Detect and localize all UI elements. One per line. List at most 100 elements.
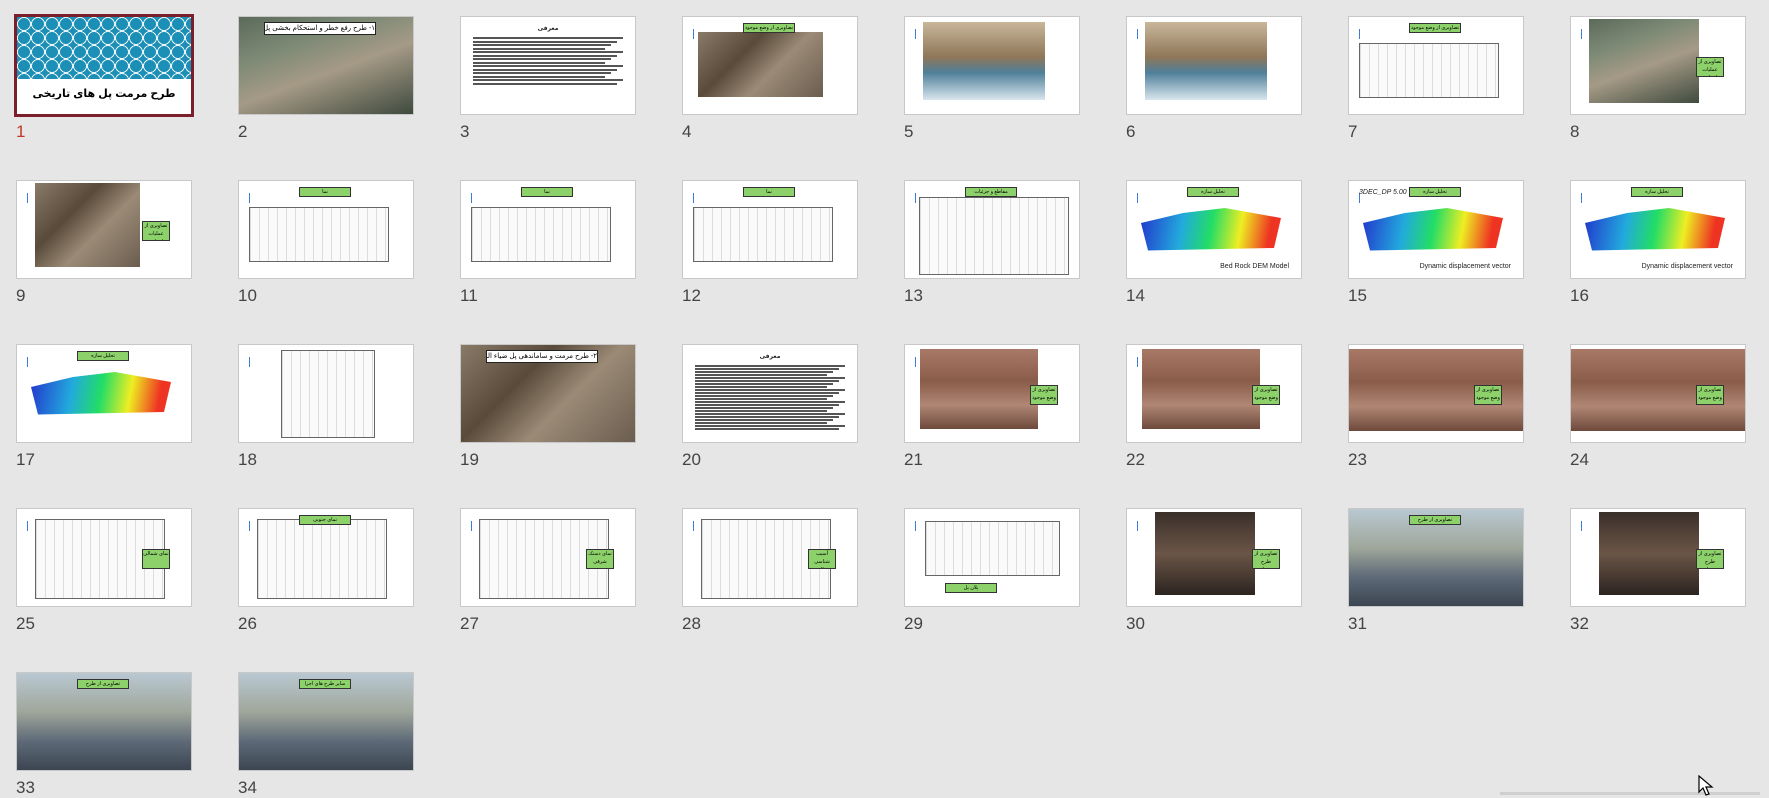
slide-marker-icon: [27, 193, 28, 203]
slide-number: 7: [1348, 122, 1358, 141]
slide-thumbnail-10[interactable]: نما: [238, 180, 414, 279]
slide-thumbnail-23[interactable]: تصاویری از وضع موجود: [1348, 344, 1524, 443]
slide-number: 17: [16, 450, 35, 469]
slide-title: طرح مرمت پل های تاریخی: [17, 80, 191, 108]
text-line: [473, 65, 623, 67]
slide-number: 29: [904, 614, 923, 633]
slide-number: 3: [460, 122, 470, 141]
slide-thumbnail-1[interactable]: طرح مرمت پل های تاریخی: [14, 14, 194, 117]
slide-thumbnail-2[interactable]: ۱- طرح رفع خطر و استحکام بخشی پل دراکول: [238, 16, 414, 115]
slide-thumbnail-20[interactable]: معرفی: [682, 344, 858, 443]
slide-marker-icon: [1581, 521, 1582, 531]
slide-number: 2: [238, 122, 248, 141]
slide-thumbnail-9[interactable]: تصاویری از عملیات اجرایی: [16, 180, 192, 279]
slide-marker-icon: [693, 521, 694, 531]
slide-thumbnail-11[interactable]: نما: [460, 180, 636, 279]
slide-marker-icon: [1137, 357, 1138, 367]
slide-label: تصاویری از طرح پیشنهادی: [77, 679, 129, 689]
slide-photo: [920, 349, 1038, 429]
text-line: [473, 37, 623, 39]
slide-thumbnail-8[interactable]: تصاویری از عملیات اجرایی: [1570, 16, 1746, 115]
slide-marker-icon: [27, 357, 28, 367]
slide-thumbnail-17[interactable]: تحلیل سازه: [16, 344, 192, 443]
slide-label: نما: [743, 187, 795, 197]
slide-label: سایر طرح های اجرا شده: [299, 679, 351, 689]
slide-thumbnail-7[interactable]: تصاویری از وضع موجود پل: [1348, 16, 1524, 115]
slide-thumbnail-31[interactable]: تصاویری از طرح پیشنهادی: [1348, 508, 1524, 607]
slide-label: تصاویری از طرح پیشنهادی: [1409, 515, 1461, 525]
slide-thumbnail-18[interactable]: [238, 344, 414, 443]
title-pattern: [17, 17, 191, 79]
slide-thumbnail-21[interactable]: تصاویری از وضع موجود: [904, 344, 1080, 443]
slide-thumbnail-4[interactable]: تصاویری از وضع موجود پل: [682, 16, 858, 115]
slide-thumbnail-5[interactable]: [904, 16, 1080, 115]
text-line: [695, 368, 839, 370]
slide-label: پلان پل: [945, 583, 997, 593]
text-line: [695, 401, 845, 403]
slide-thumbnail-29[interactable]: پلان پل: [904, 508, 1080, 607]
slide-marker-icon: [1581, 29, 1582, 39]
text-line: [473, 79, 623, 81]
slide-marker-icon: [249, 521, 250, 531]
slide-label: تحلیل سازه: [1409, 187, 1461, 197]
slide-photo: [923, 22, 1045, 100]
slide-thumbnail-16[interactable]: تحلیل سازه Dynamic displacement vector: [1570, 180, 1746, 279]
slide-number: 24: [1570, 450, 1589, 469]
slide-sorter-grid: طرح مرمت پل های تاریخی 1 ۱- طرح رفع خطر و …: [0, 0, 1769, 797]
slide-label: نمای دستک شرقی: [586, 549, 614, 569]
slide-photo: [1142, 349, 1260, 429]
slide-number: 6: [1126, 122, 1136, 141]
text-line: [695, 413, 845, 415]
slide-thumbnail-25[interactable]: نمای شمالی: [16, 508, 192, 607]
slide-thumbnail-3[interactable]: معرفی: [460, 16, 636, 115]
slide-thumbnail-26[interactable]: نمای جنوبی: [238, 508, 414, 607]
slide-label: تصاویری از وضع موجود پل: [1409, 23, 1461, 33]
slide-number: 25: [16, 614, 35, 633]
slide-marker-icon: [693, 29, 694, 39]
text-line: [473, 51, 623, 53]
slide-label: تحلیل سازه: [1187, 187, 1239, 197]
slide-label: تصاویری از وضع موجود: [1696, 385, 1724, 405]
slide-marker-icon: [1137, 193, 1138, 203]
slide-photo: [698, 32, 823, 97]
slide-title: ۲- طرح مرمت و ساماندهی پل ضیاء الملک: [486, 350, 598, 363]
slide-thumbnail-6[interactable]: [1126, 16, 1302, 115]
slide-photo: [1589, 19, 1699, 103]
slide-thumbnail-34[interactable]: سایر طرح های اجرا شده: [238, 672, 414, 771]
slide-thumbnail-14[interactable]: تحلیل سازه Bed Rock DEM Model: [1126, 180, 1302, 279]
slide-number: 13: [904, 286, 923, 305]
mouse-pointer-icon: [1698, 775, 1714, 796]
slide-thumbnail-30[interactable]: تصاویری از طرح پیشنهادی: [1126, 508, 1302, 607]
slide-label: نما: [521, 187, 573, 197]
slide-fem-model: [1141, 208, 1281, 251]
slide-thumbnail-33[interactable]: تصاویری از طرح پیشنهادی: [16, 672, 192, 771]
text-line: [695, 380, 839, 382]
slide-marker-icon: [915, 357, 916, 367]
slide-number: 26: [238, 614, 257, 633]
horizontal-scrollbar[interactable]: [1500, 792, 1760, 795]
slide-thumbnail-24[interactable]: تصاویری از وضع موجود: [1570, 344, 1746, 443]
slide-title: ۱- طرح رفع خطر و استحکام بخشی پل دراکول: [264, 22, 376, 35]
slide-thumbnail-13[interactable]: مقاطع و جزئیات: [904, 180, 1080, 279]
slide-marker-icon: [915, 521, 916, 531]
slide-caption: Dynamic displacement vector: [1641, 263, 1733, 270]
slide-number: 22: [1126, 450, 1145, 469]
slide-thumbnail-32[interactable]: تصاویری از طرح پیشنهادی: [1570, 508, 1746, 607]
slide-label: تصاویری از وضع موجود: [1252, 385, 1280, 405]
text-line: [695, 374, 827, 376]
slide-number: 5: [904, 122, 914, 141]
slide-label: تصاویری از وضع موجود: [1030, 385, 1058, 405]
slide-marker-icon: [249, 193, 250, 203]
slide-marker-icon: [1137, 29, 1138, 39]
slide-number: 1: [16, 122, 26, 141]
slide-thumbnail-12[interactable]: نما: [682, 180, 858, 279]
slide-marker-icon: [27, 521, 28, 531]
slide-thumbnail-22[interactable]: تصاویری از وضع موجود: [1126, 344, 1302, 443]
slide-thumbnail-15[interactable]: تحلیل سازه Dynamic displacement vector 3DE…: [1348, 180, 1524, 279]
slide-thumbnail-19[interactable]: ۲- طرح مرمت و ساماندهی پل ضیاء الملک: [460, 344, 636, 443]
slide-drawing: [257, 519, 387, 599]
slide-thumbnail-27[interactable]: نمای دستک شرقی: [460, 508, 636, 607]
slide-label: تصاویری از طرح پیشنهادی: [1252, 549, 1280, 569]
slide-number: 15: [1348, 286, 1367, 305]
slide-thumbnail-28[interactable]: آسیب شناسی شمالی و جنوبی: [682, 508, 858, 607]
